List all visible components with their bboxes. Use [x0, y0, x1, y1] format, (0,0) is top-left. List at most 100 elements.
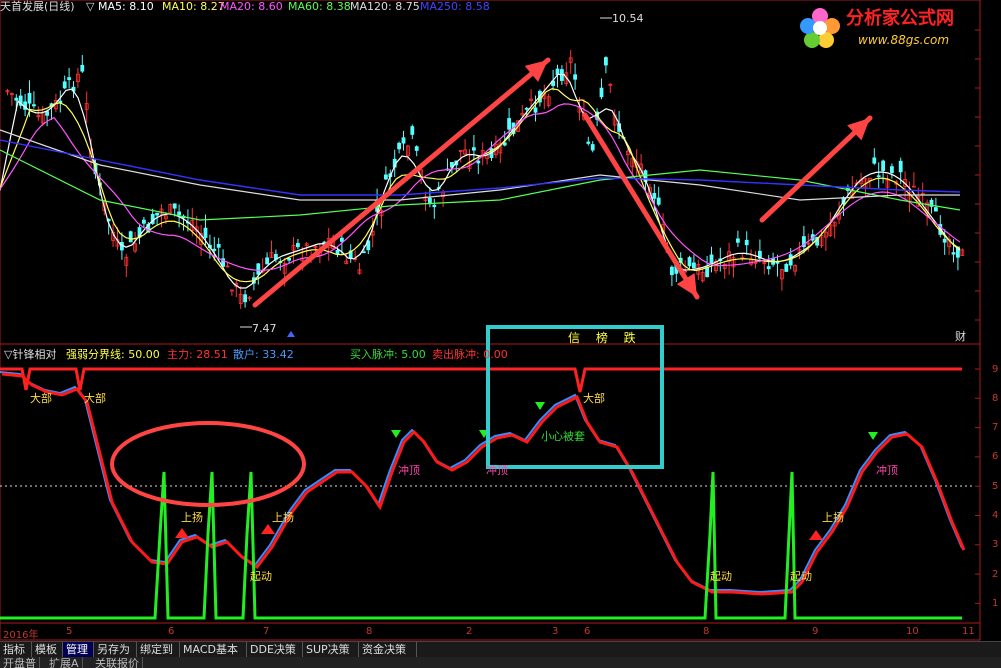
candle-body — [339, 237, 344, 242]
candle-body — [951, 252, 956, 255]
tab-bind-to[interactable]: 绑定到 — [137, 642, 180, 658]
candle-body — [502, 142, 507, 146]
rise-arrow-icon — [809, 530, 823, 540]
candle-body — [898, 160, 903, 173]
price-low-annotation: 7.47 — [252, 322, 277, 335]
candle-body — [788, 254, 793, 266]
tab-fund-decision[interactable]: 资金决策 — [359, 642, 417, 658]
candle-body — [766, 266, 771, 270]
logo-url: www.88gs.com — [858, 33, 950, 47]
box-warning: 小心被套 — [541, 430, 585, 443]
candle-body — [586, 141, 591, 144]
tab-linked-quote[interactable]: 关联报价 — [92, 657, 143, 668]
candle-body — [604, 57, 608, 66]
candle-body — [177, 211, 182, 216]
dabu-label-3: 大部 — [583, 392, 605, 405]
dabu-label-2: 大部 — [84, 392, 106, 405]
trend-arrow-up-1 — [252, 57, 551, 308]
warn-arrow-icon — [868, 432, 878, 440]
candle-body — [141, 219, 146, 224]
tab-manage[interactable]: 管理 — [63, 642, 94, 658]
candle-body — [590, 144, 595, 151]
qidong-label-1: 起动 — [250, 570, 272, 583]
chart-frame — [0, 0, 981, 641]
candle-body — [471, 147, 476, 151]
ma60-label: MA60: 8.38 — [288, 0, 351, 13]
date-tick: 7 — [263, 626, 270, 637]
date-tick: 2016年 — [3, 630, 39, 641]
candle-body — [80, 64, 85, 72]
indicator-name[interactable]: ▽针锋相对 — [4, 348, 56, 361]
candle-body — [573, 74, 577, 80]
collapse-icon[interactable]: ▽ — [86, 0, 94, 13]
tab-dde-decision[interactable]: DDE决策 — [247, 642, 303, 658]
candle-body — [524, 107, 529, 110]
tab-extend-a[interactable]: 扩展A — [46, 657, 83, 668]
candle-body — [287, 257, 292, 261]
tab-indicator[interactable]: 指标 — [0, 642, 32, 658]
secondary-toolbar: 开盘普 扩展A 关联报价 — [0, 657, 1001, 668]
top-signal-line — [0, 367, 962, 393]
candle-body — [410, 126, 415, 135]
shangyang-label-1: 上扬 — [181, 511, 203, 524]
chongding-label-3: 冲顶 — [876, 464, 898, 477]
candle-body — [361, 251, 366, 254]
tab-macd-basic[interactable]: MACD基本 — [180, 642, 247, 658]
box-caption: 信 榜 跌 — [568, 331, 642, 345]
candle-body — [876, 175, 881, 178]
date-tick: 6 — [584, 626, 591, 637]
chart-stage: 天首发展(日线) ▽ MA5: 8.10 MA10: 8.27 MA20: 8.… — [0, 0, 1001, 668]
candle-body — [736, 238, 740, 243]
dabu-label-1: 大部 — [30, 392, 52, 405]
tab-save-as[interactable]: 另存为 — [94, 642, 137, 658]
chongding-label-1: 冲顶 — [398, 464, 420, 477]
candle-body — [45, 111, 49, 116]
tab-sup-decision[interactable]: SUP决策 — [303, 642, 359, 658]
candle-body — [265, 257, 270, 265]
indicator-toolbar: 指标 模板 管理 另存为 绑定到 MACD基本 DDE决策 SUP决策 资金决策 — [0, 641, 1001, 658]
qidong-label-3: 起动 — [790, 570, 812, 583]
ma10-label: MA10: 8.27 — [162, 0, 225, 13]
candle-body — [14, 97, 19, 101]
candle-body — [692, 262, 696, 269]
candle-body — [705, 267, 709, 278]
date-tick: 9 — [812, 626, 819, 637]
candle-body — [934, 207, 938, 212]
chart-canvas — [0, 0, 981, 641]
candle-body — [784, 264, 789, 272]
tab-template[interactable]: 模板 — [32, 642, 63, 658]
candle-body — [744, 239, 749, 246]
candle-body — [942, 238, 947, 243]
date-tick: 2 — [466, 626, 473, 637]
axis-tick: 3 — [992, 539, 999, 550]
candle-body — [687, 257, 692, 267]
date-tick: 8 — [703, 626, 710, 637]
candle-body — [32, 104, 36, 107]
candle-body — [555, 68, 560, 75]
shangyang-label-3: 上扬 — [822, 511, 844, 524]
price-high-annotation: 10.54 — [612, 12, 644, 25]
rise-arrow-icon — [175, 528, 189, 538]
candle-body — [599, 87, 604, 98]
candle-body — [172, 203, 177, 209]
candle-body — [881, 160, 885, 171]
main-force-label: 主力: 28.51 — [167, 348, 228, 361]
ma250-label: MA250: 8.58 — [420, 0, 490, 13]
candle-body — [243, 294, 248, 303]
date-tick: 10 — [906, 626, 919, 637]
threshold-label: 强弱分界线: 50.00 — [66, 348, 160, 361]
finance-marker[interactable]: 财 — [955, 330, 966, 343]
tab-opening[interactable]: 开盘普 — [0, 657, 40, 668]
candle-body — [507, 118, 512, 130]
date-tick: 6 — [168, 626, 175, 637]
qidong-label-2: 起动 — [710, 570, 732, 583]
retail-curve — [0, 371, 963, 594]
candle-body — [533, 107, 538, 113]
candle-body — [256, 263, 261, 275]
candle-body — [216, 244, 221, 248]
candle-body — [397, 142, 402, 150]
candle-body — [912, 185, 916, 188]
axis-tick: 5 — [992, 481, 999, 492]
candle-body — [890, 166, 894, 173]
rise-arrow-icon — [261, 524, 275, 534]
